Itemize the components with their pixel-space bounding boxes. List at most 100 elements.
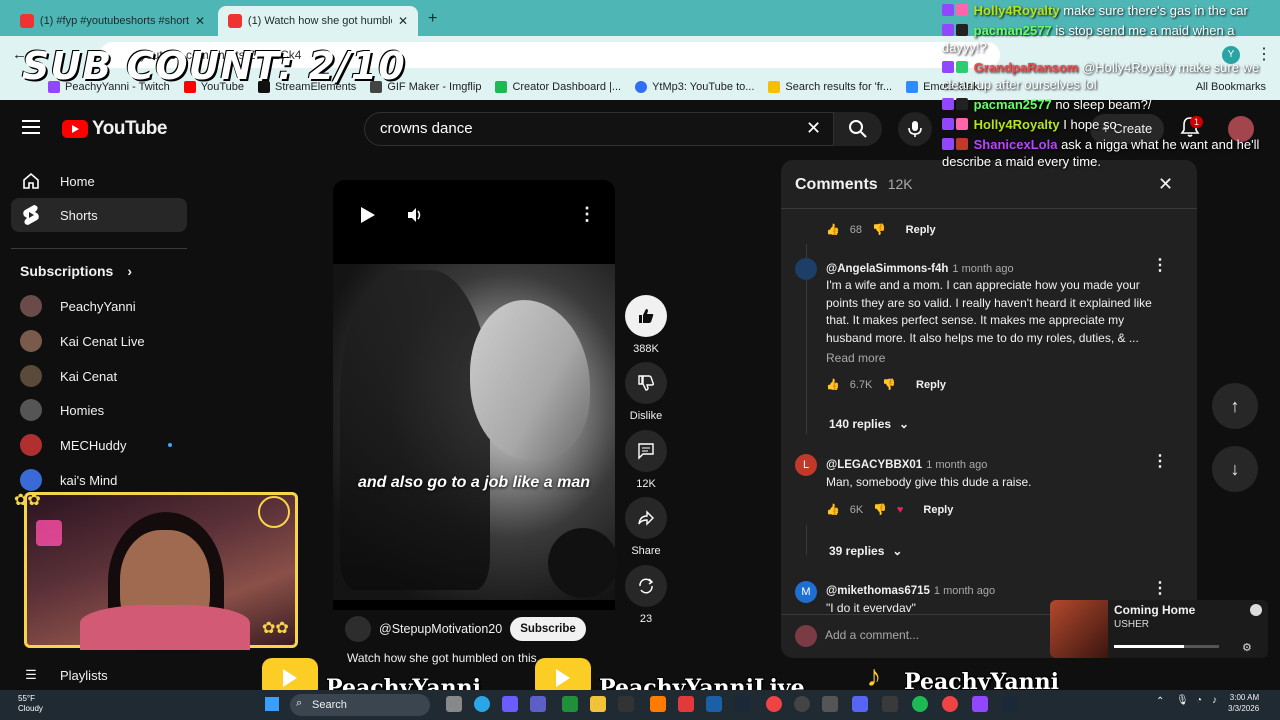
windows-start-icon[interactable] bbox=[265, 697, 279, 711]
speaker-icon[interactable]: ♪ bbox=[1212, 695, 1217, 706]
browser-tab-active[interactable]: (1) Watch how she got humbled ✕ bbox=[218, 6, 418, 36]
sidebar-divider bbox=[11, 248, 187, 249]
chat-badges bbox=[942, 116, 970, 133]
reply-button[interactable]: Reply bbox=[906, 224, 936, 236]
previous-short-button[interactable]: ↑ bbox=[1212, 383, 1258, 429]
spotify-icon[interactable] bbox=[912, 696, 928, 712]
app-icon[interactable] bbox=[882, 696, 898, 712]
subscribe-button[interactable]: Subscribe bbox=[510, 617, 586, 641]
twitch-icon[interactable] bbox=[972, 696, 988, 712]
thumbs-up-icon[interactable]: 👍 bbox=[826, 223, 840, 236]
thumbs-down-icon[interactable]: 👎 bbox=[882, 378, 896, 391]
tray-chevron-icon[interactable]: ⌃ bbox=[1156, 696, 1164, 707]
sidebar-item-home[interactable]: Home bbox=[20, 170, 95, 192]
next-short-button[interactable]: ↓ bbox=[1212, 446, 1258, 492]
read-more-link[interactable]: Read more bbox=[826, 351, 885, 365]
obs-icon[interactable] bbox=[794, 696, 810, 712]
chat-message: Holly4Royalty I hope so bbox=[942, 116, 1278, 133]
search-button[interactable] bbox=[834, 112, 882, 146]
comment-author[interactable]: @AngelaSimmons-f4h bbox=[826, 263, 948, 275]
dislike-button[interactable]: Dislike bbox=[625, 362, 667, 422]
avatar bbox=[20, 330, 42, 352]
sidebar-item-subscription[interactable]: Kai Cenat Live bbox=[20, 330, 145, 352]
avatar[interactable]: L bbox=[795, 454, 817, 476]
app-icon[interactable] bbox=[822, 696, 838, 712]
discord-icon[interactable] bbox=[852, 696, 868, 712]
taskbar-search[interactable]: Search bbox=[290, 694, 430, 716]
share-button[interactable]: Share bbox=[625, 497, 667, 557]
volume-icon[interactable] bbox=[406, 206, 424, 229]
thumbs-down-icon[interactable]: 👎 bbox=[873, 503, 887, 516]
reply-button[interactable]: Reply bbox=[923, 504, 953, 516]
new-tab-icon[interactable]: + bbox=[428, 10, 437, 28]
thumbs-up-icon[interactable]: 👍 bbox=[826, 378, 840, 391]
sidebar-item-subscription[interactable]: MECHuddy bbox=[20, 434, 126, 456]
chrome-icon[interactable] bbox=[942, 696, 958, 712]
comments-button[interactable]: 12K bbox=[625, 430, 667, 490]
xbox-icon[interactable] bbox=[562, 696, 578, 712]
thumbs-down-icon[interactable]: 👎 bbox=[872, 223, 886, 236]
channel-name[interactable]: @StepupMotivation20 bbox=[379, 622, 502, 636]
comment-author[interactable]: @mikethomas6715 bbox=[826, 585, 930, 597]
reply-button[interactable]: Reply bbox=[916, 379, 946, 391]
chrome-icon[interactable] bbox=[766, 696, 782, 712]
like-button[interactable]: 388K bbox=[625, 295, 667, 355]
clear-search-icon[interactable]: ✕ bbox=[806, 118, 821, 139]
spotify-icon bbox=[1250, 604, 1262, 616]
sidebar-item-subscription[interactable]: PeachyYanni bbox=[20, 295, 136, 317]
comment-time: 1 month ago bbox=[926, 459, 988, 471]
channel-avatar[interactable] bbox=[345, 616, 371, 642]
chevron-down-icon: ⌄ bbox=[899, 417, 910, 431]
weather-widget[interactable]: 55°F Cloudy bbox=[18, 694, 43, 714]
close-tab-icon[interactable]: ✕ bbox=[398, 14, 408, 28]
bookmark-item[interactable]: YtMp3: YouTube to... bbox=[635, 81, 754, 93]
youtube-logo[interactable]: YouTube bbox=[62, 118, 167, 140]
store-icon[interactable] bbox=[618, 696, 634, 712]
copilot-icon[interactable] bbox=[502, 696, 518, 712]
sidebar-item-shorts[interactable]: Shorts bbox=[20, 204, 98, 226]
wifi-icon[interactable]: ◔ bbox=[1196, 695, 1202, 706]
bookmark-item[interactable]: Creator Dashboard |... bbox=[495, 81, 621, 93]
more-options-icon[interactable]: ⋮ bbox=[578, 204, 596, 225]
close-tab-icon[interactable]: ✕ bbox=[195, 14, 205, 28]
search-input[interactable]: crowns dance bbox=[364, 112, 834, 146]
file-explorer-icon[interactable] bbox=[590, 696, 606, 712]
hamburger-menu-icon[interactable] bbox=[22, 120, 40, 134]
comment-author[interactable]: @LEGACYBBX01 bbox=[826, 459, 922, 471]
comment-menu-icon[interactable]: ⋮ bbox=[1152, 255, 1168, 275]
comment-menu-icon[interactable]: ⋮ bbox=[1152, 451, 1168, 471]
tab-title: (1) Watch how she got humbled bbox=[247, 15, 392, 27]
add-comment-input[interactable]: Add a comment... bbox=[825, 628, 919, 642]
remix-button[interactable]: 23 bbox=[625, 565, 667, 625]
voice-search-button[interactable] bbox=[898, 112, 932, 146]
subscriptions-header[interactable]: Subscriptions › bbox=[20, 263, 132, 279]
play-icon[interactable] bbox=[360, 206, 376, 229]
sidebar-item-playlists[interactable]: ☰ Playlists bbox=[20, 664, 108, 686]
microphone-icon[interactable]: 🎙 bbox=[1176, 695, 1189, 706]
avatar[interactable] bbox=[795, 258, 817, 280]
sidebar-item-subscription[interactable]: Homies bbox=[20, 399, 104, 421]
steam-icon[interactable] bbox=[1002, 696, 1018, 712]
task-view-icon[interactable] bbox=[446, 696, 462, 712]
app-icon[interactable] bbox=[650, 696, 666, 712]
edge-icon[interactable] bbox=[474, 696, 490, 712]
creator-dashboard-icon bbox=[495, 81, 508, 93]
bookmark-item[interactable]: Search results for 'fr... bbox=[768, 81, 892, 93]
replies-toggle[interactable]: 140 replies ⌄ bbox=[829, 417, 909, 431]
app-icon[interactable] bbox=[678, 696, 694, 712]
taskbar-clock[interactable]: 3:00 AM 3/3/2026 bbox=[1228, 692, 1259, 714]
sidebar-item-subscription[interactable]: kai's Mind bbox=[20, 469, 117, 491]
steam-icon[interactable] bbox=[734, 696, 750, 712]
browser-tab[interactable]: (1) #fyp #youtubeshorts #shorts ✕ bbox=[10, 6, 215, 36]
teams-icon[interactable] bbox=[530, 696, 546, 712]
thumbs-up-icon[interactable]: 👍 bbox=[826, 503, 840, 516]
webcam-light-icon bbox=[36, 520, 62, 546]
avatar[interactable]: M bbox=[795, 581, 817, 603]
avatar bbox=[20, 365, 42, 387]
sidebar-item-subscription[interactable]: Kai Cenat bbox=[20, 365, 117, 387]
comment-menu-icon[interactable]: ⋮ bbox=[1152, 578, 1168, 598]
app-icon[interactable] bbox=[706, 696, 722, 712]
youtube-favicon-icon bbox=[20, 14, 34, 28]
replies-toggle[interactable]: 39 replies ⌄ bbox=[829, 544, 902, 558]
close-icon[interactable]: ✕ bbox=[1158, 174, 1173, 195]
